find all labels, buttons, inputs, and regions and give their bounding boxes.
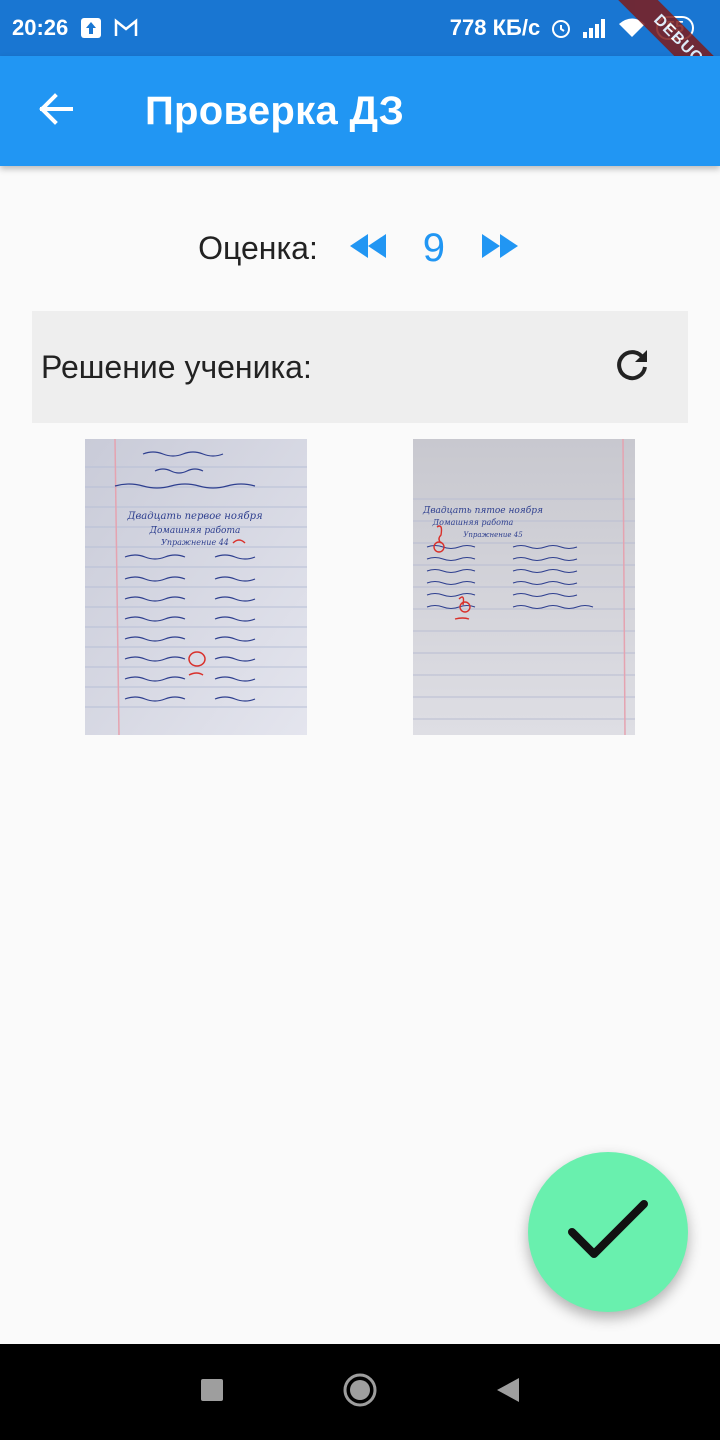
photo-1-heading-1: Двадцать первое ноября [126,511,262,522]
back-button[interactable] [0,56,112,166]
solution-title: Решение ученика: [41,348,312,385]
refresh-icon [614,347,650,388]
solution-panel: Решение ученика: [32,311,688,423]
status-bar: 20:26 778 КБ/с 55 [0,0,720,56]
signal-icon [582,17,608,39]
photo-2-heading-2: Домашняя работа [432,518,514,527]
grade-selector: Оценка: 9 [0,216,720,280]
back-nav-button[interactable] [488,1372,528,1412]
decrease-grade-button[interactable] [346,226,390,270]
home-button[interactable] [340,1372,380,1412]
gmail-icon [114,18,138,38]
photo-1-heading-2: Домашняя работа [149,525,241,536]
refresh-button[interactable] [610,345,654,389]
increase-grade-button[interactable] [478,226,522,270]
check-icon [566,1198,650,1267]
recents-square-icon [200,1378,224,1407]
fast-forward-icon [480,232,520,265]
student-work-photo-2[interactable]: Двадцать пятое ноября Домашняя работа Уп… [413,439,635,735]
grade-label: Оценка: [198,229,318,266]
grade-value: 9 [422,225,445,270]
arrow-back-icon [38,91,74,132]
home-circle-icon [342,1372,378,1413]
upload-icon [80,17,102,39]
system-nav-bar [0,1344,720,1440]
photo-2-heading-3: Упражнение 45 [463,531,523,539]
screen: 20:26 778 КБ/с 55 DEBUG [0,0,720,1440]
status-time: 20:26 [12,15,69,40]
student-work-photo-1[interactable]: Двадцать первое ноября Домашняя работа У… [85,439,307,735]
fast-rewind-icon [348,232,388,265]
recents-button[interactable] [192,1372,232,1412]
network-speed: 778 КБ/с [449,15,541,40]
confirm-button[interactable] [528,1152,688,1312]
photo-1-heading-3: Упражнение 44 [161,538,229,547]
back-triangle-icon [495,1376,521,1409]
page-title: Проверка ДЗ [145,88,405,133]
photo-2-heading-1: Двадцать пятое ноября [422,505,543,516]
app-bar: Проверка ДЗ [0,56,720,166]
alarm-icon [550,17,572,39]
